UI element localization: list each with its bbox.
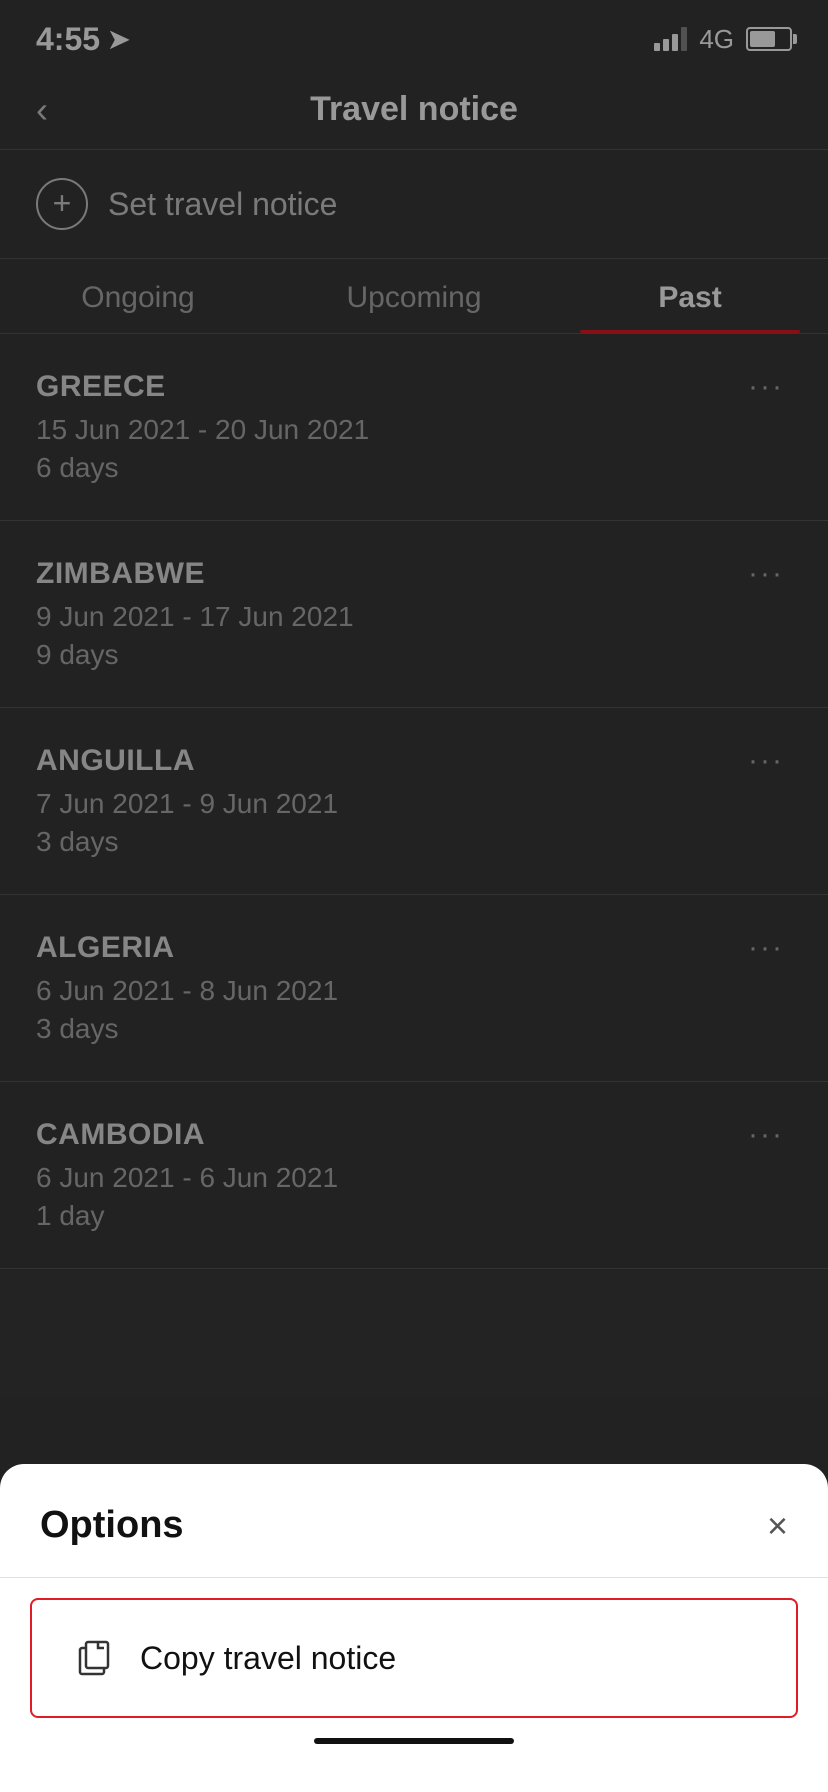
home-indicator: [314, 1738, 514, 1744]
bottom-sheet-title: Options: [40, 1504, 184, 1547]
bottom-sheet: Options × Copy travel notice: [0, 1464, 828, 1792]
bottom-sheet-header: Options ×: [0, 1464, 828, 1578]
copy-travel-notice-option[interactable]: Copy travel notice: [30, 1598, 798, 1718]
copy-travel-notice-label: Copy travel notice: [140, 1640, 396, 1677]
close-button[interactable]: ×: [767, 1508, 788, 1544]
copy-icon: [72, 1636, 116, 1680]
